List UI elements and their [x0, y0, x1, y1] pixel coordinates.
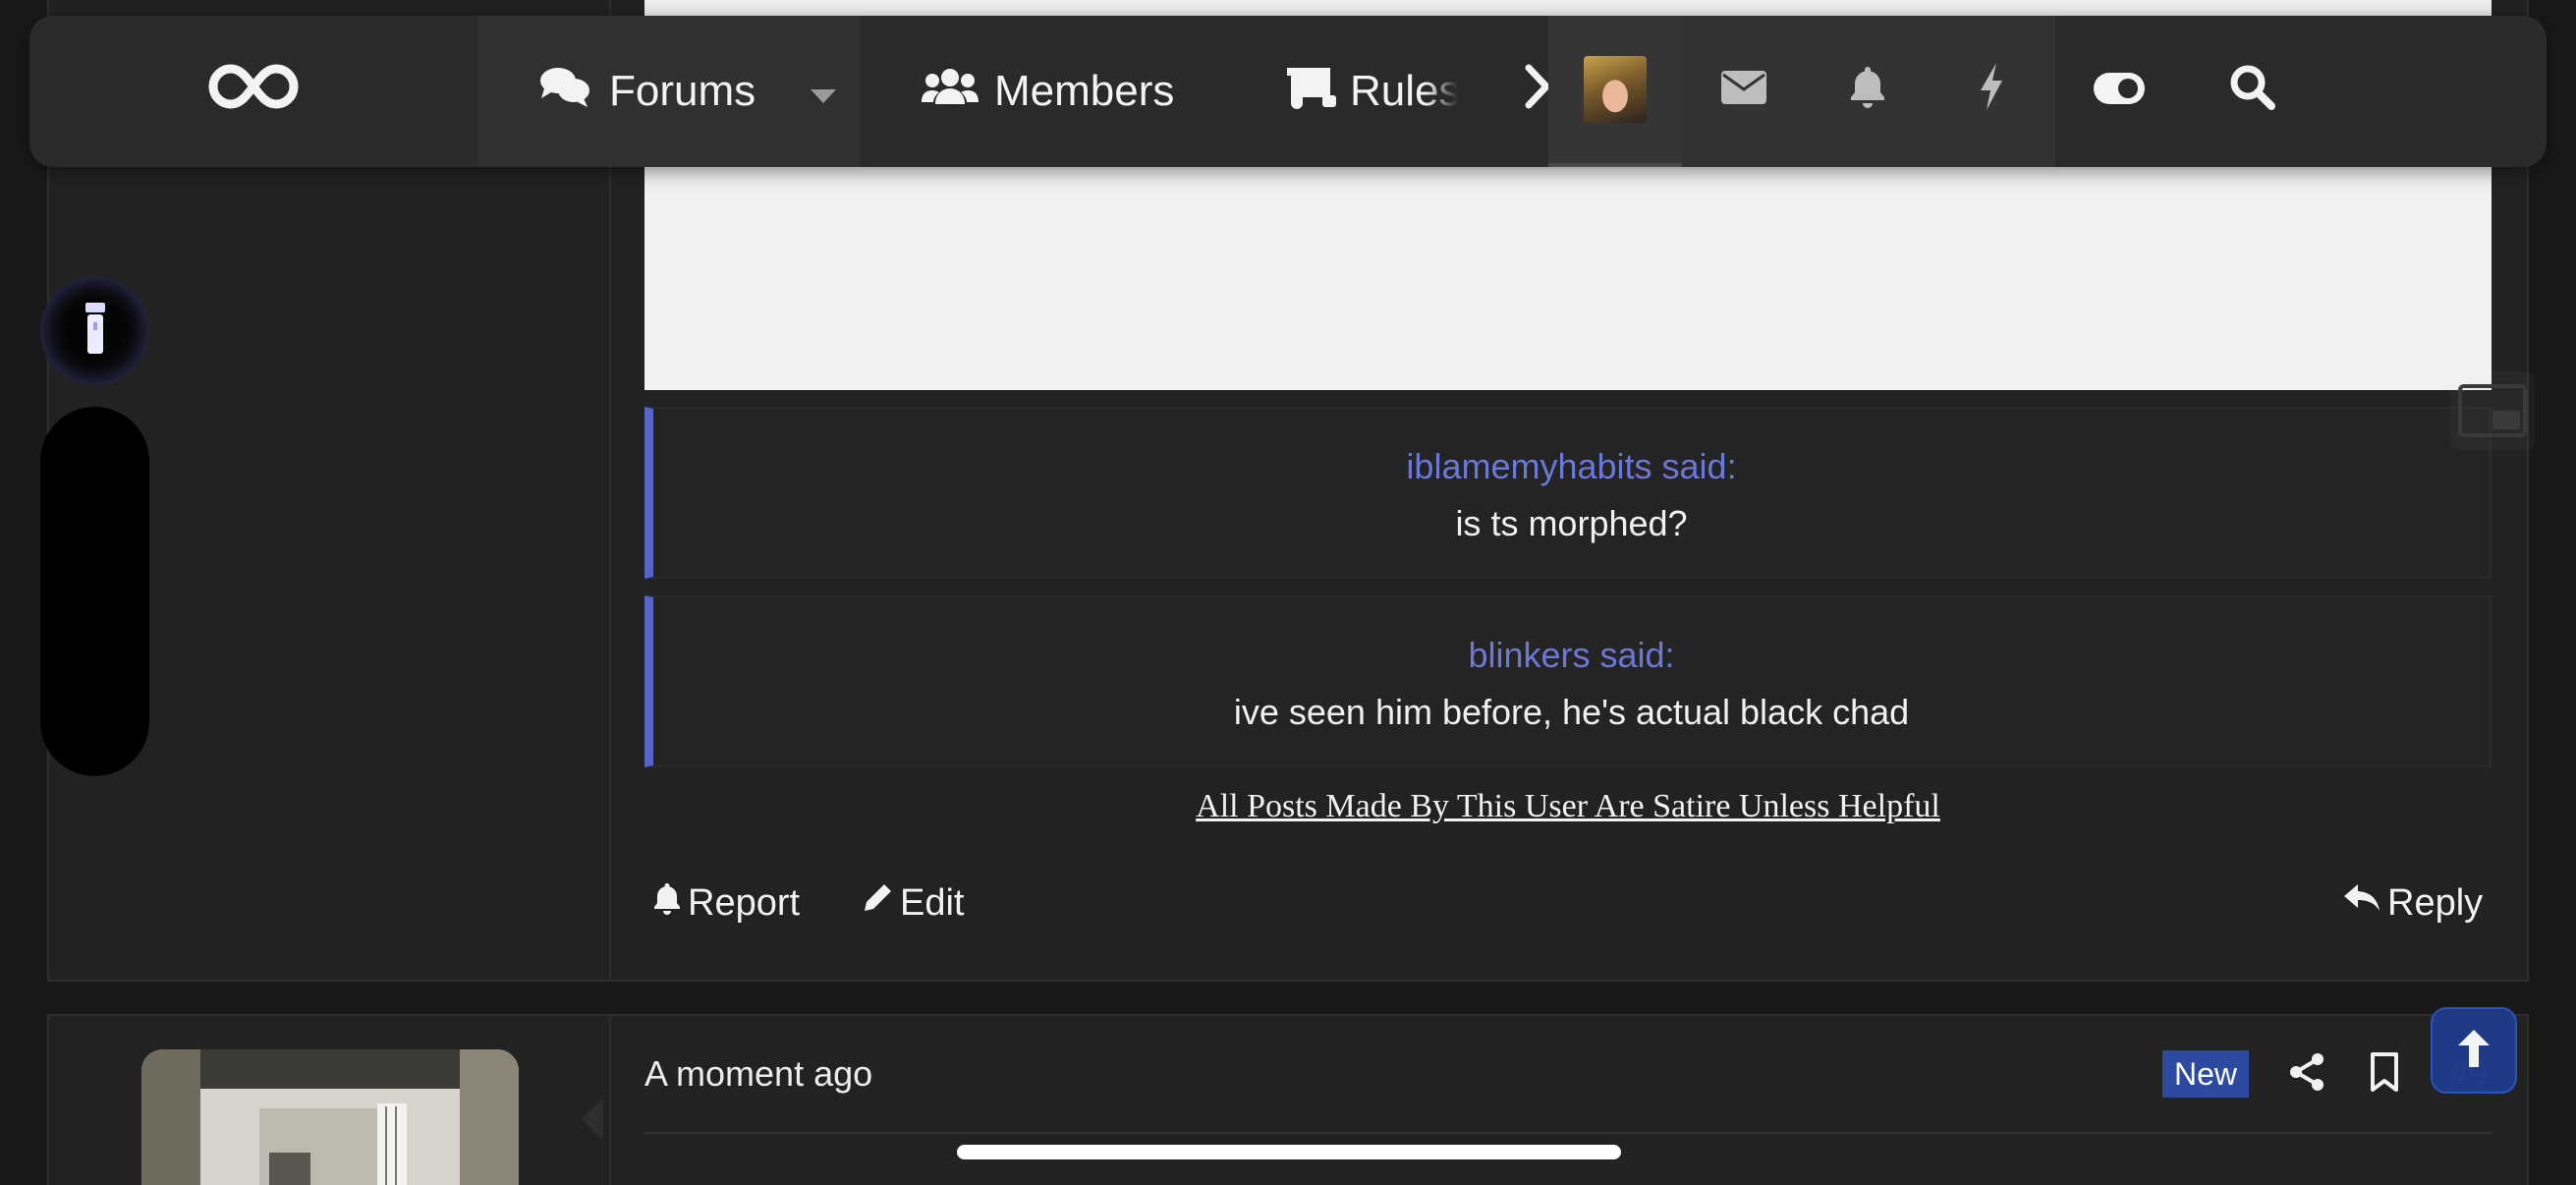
forums-label: Forums [609, 67, 756, 115]
share-icon [2287, 1053, 2326, 1097]
home-indicator[interactable] [957, 1145, 1621, 1159]
report-button[interactable]: Report [652, 881, 800, 925]
quote-attribution-link[interactable]: blinkers said: [653, 635, 2490, 676]
nav-tab-rules[interactable]: Rules [1214, 16, 1539, 167]
quote-text: is ts morphed? [1455, 503, 1688, 543]
whats-new-button[interactable] [1930, 16, 2053, 167]
reply-button[interactable]: Reply [2342, 881, 2483, 925]
top-navbar: Forums Members Rules [29, 16, 2547, 167]
post-timestamp[interactable]: A moment ago [644, 1053, 872, 1095]
quote-block: blinkers said: ive seen him before, he's… [644, 595, 2492, 767]
flashlight-icon [82, 301, 109, 361]
quote-block: iblamemyhabits said: is ts morphed? [644, 407, 2492, 579]
rules-label: Rules [1350, 67, 1458, 115]
flashlight-button[interactable] [40, 276, 149, 385]
user-avatar [1584, 56, 1647, 123]
toggle-icon [2093, 67, 2146, 116]
bookmark-button[interactable] [2368, 1051, 2401, 1098]
search-icon [2228, 63, 2275, 121]
edit-label: Edit [900, 881, 965, 924]
bolt-icon [1977, 61, 2006, 123]
users-icon [922, 67, 979, 117]
bookmark-icon [2368, 1052, 2401, 1097]
search-button[interactable] [2183, 16, 2321, 167]
infinity-logo-icon [208, 61, 299, 123]
user-signature: All Posts Made By This User Are Satire U… [1196, 788, 1940, 824]
reply-label: Reply [2387, 881, 2484, 924]
brightness-slider[interactable] [40, 407, 149, 776]
page: iblamemyhabits said: is ts morphed? blin… [0, 0, 2576, 1185]
quote-attribution-link[interactable]: iblamemyhabits said: [653, 446, 2490, 487]
scroll-icon [1283, 64, 1338, 120]
edit-button[interactable]: Edit [861, 881, 964, 925]
reply-icon [2342, 881, 2381, 925]
share-button[interactable] [2287, 1051, 2326, 1098]
caret-down-icon[interactable] [809, 67, 838, 116]
post-arrow [582, 1098, 603, 1141]
members-label: Members [994, 67, 1175, 115]
account-avatar-button[interactable] [1548, 16, 1682, 167]
theme-toggle-button[interactable] [2055, 16, 2183, 167]
report-label: Report [688, 881, 801, 924]
nav-tab-forums[interactable]: Forums [477, 16, 861, 167]
post-header-divider [644, 1132, 2492, 1134]
nav-icon-group [1682, 16, 2055, 167]
avatar[interactable] [141, 1049, 519, 1185]
picture-in-picture-icon[interactable] [2450, 371, 2535, 450]
alerts-button[interactable] [1806, 16, 1930, 167]
envelope-icon [1720, 67, 1767, 116]
scroll-to-top-button[interactable] [2431, 1007, 2517, 1094]
comments-icon [538, 65, 591, 119]
arrow-up-icon [2452, 1026, 2495, 1076]
home-logo-link[interactable] [29, 16, 477, 167]
new-badge: New [2162, 1050, 2249, 1098]
pencil-icon [861, 881, 894, 925]
nav-tab-members[interactable]: Members [861, 16, 1214, 167]
quote-text: ive seen him before, he's actual black c… [1233, 692, 1910, 732]
inbox-button[interactable] [1682, 16, 1806, 167]
bell-icon [652, 881, 682, 925]
bell-icon [1848, 65, 1887, 119]
